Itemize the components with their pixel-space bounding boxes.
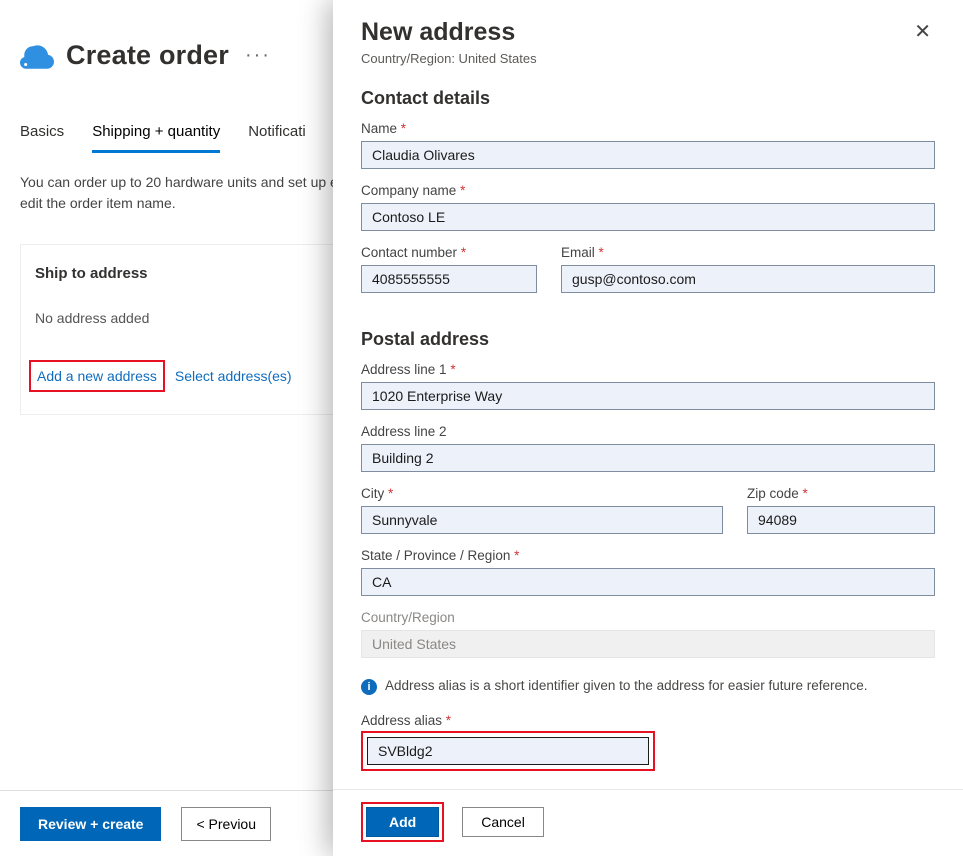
tab-shipping-quantity[interactable]: Shipping + quantity: [92, 117, 220, 153]
new-address-panel: New address Country/Region: United State…: [333, 0, 963, 856]
add-button[interactable]: Add: [366, 807, 439, 837]
company-label: Company name: [361, 183, 935, 198]
email-field[interactable]: [561, 265, 935, 293]
addr2-label: Address line 2: [361, 424, 935, 439]
zip-field[interactable]: [747, 506, 935, 534]
select-addresses-link[interactable]: Select address(es): [175, 368, 292, 384]
contact-details-heading: Contact details: [361, 88, 935, 109]
alias-label: Address alias: [361, 713, 935, 728]
country-label: Country/Region: [361, 610, 935, 625]
city-field[interactable]: [361, 506, 723, 534]
alias-info-text: Address alias is a short identifier give…: [385, 678, 868, 693]
highlight-add-address: Add a new address: [29, 360, 165, 392]
addr2-field[interactable]: [361, 444, 935, 472]
phone-label: Contact number: [361, 245, 537, 260]
panel-subtitle: Country/Region: United States: [361, 51, 537, 66]
state-field[interactable]: [361, 568, 935, 596]
zip-label: Zip code: [747, 486, 935, 501]
alias-info: i Address alias is a short identifier gi…: [361, 678, 935, 695]
highlight-alias: [361, 731, 655, 771]
tab-notifications[interactable]: Notificati: [248, 117, 306, 153]
close-icon[interactable]: ✕: [910, 18, 935, 46]
name-label: Name: [361, 121, 935, 136]
panel-title: New address: [361, 18, 537, 47]
phone-field[interactable]: [361, 265, 537, 293]
email-label: Email: [561, 245, 935, 260]
alias-field[interactable]: [367, 737, 649, 765]
azure-logo-icon: [20, 42, 54, 70]
state-label: State / Province / Region: [361, 548, 935, 563]
country-field: [361, 630, 935, 658]
name-field[interactable]: [361, 141, 935, 169]
cancel-button[interactable]: Cancel: [462, 807, 544, 837]
company-field[interactable]: [361, 203, 935, 231]
addr1-label: Address line 1: [361, 362, 935, 377]
review-create-button[interactable]: Review + create: [20, 807, 161, 841]
add-new-address-link[interactable]: Add a new address: [37, 368, 157, 384]
addr1-field[interactable]: [361, 382, 935, 410]
postal-address-heading: Postal address: [361, 329, 935, 350]
tab-basics[interactable]: Basics: [20, 117, 64, 153]
context-menu-icon[interactable]: ···: [245, 44, 271, 67]
city-label: City: [361, 486, 723, 501]
info-icon: i: [361, 679, 377, 695]
page-title: Create order: [66, 40, 229, 71]
panel-footer: Add Cancel: [333, 789, 963, 856]
highlight-add-button: Add: [361, 802, 444, 842]
previous-button[interactable]: < Previou: [181, 807, 271, 841]
